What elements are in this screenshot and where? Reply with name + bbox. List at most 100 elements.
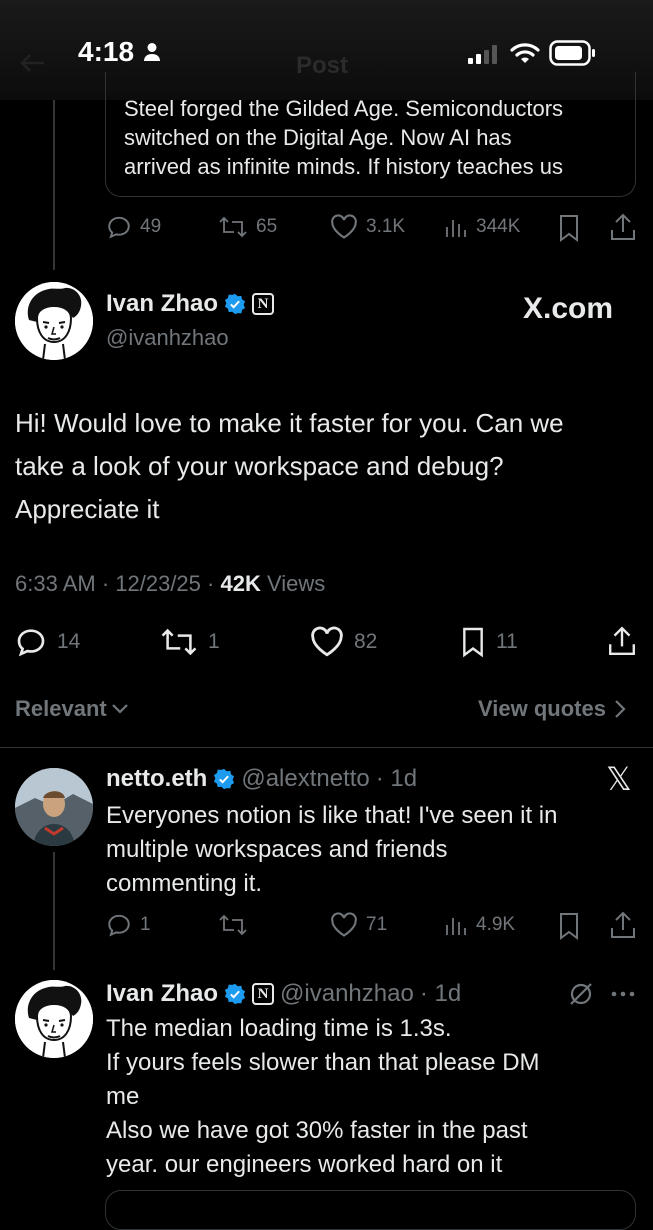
watermark-logo: X.com xyxy=(523,292,614,325)
repost-icon xyxy=(161,628,197,656)
avatar[interactable] xyxy=(15,282,93,360)
reply-line: multiple workspaces and friends xyxy=(106,836,448,863)
bookmark-icon[interactable] xyxy=(557,214,581,242)
verified-badge-icon xyxy=(224,983,246,1005)
bookmark-count: 11 xyxy=(496,630,518,653)
chevron-down-icon xyxy=(111,704,128,714)
reply-count: 1 xyxy=(140,914,151,935)
reply-button[interactable]: 14 xyxy=(15,626,80,658)
author-name[interactable]: Ivan Zhao xyxy=(106,980,218,1008)
reply-button[interactable]: 1 xyxy=(106,912,151,938)
post-line: Appreciate it xyxy=(15,494,160,524)
bookmark-icon xyxy=(463,627,483,658)
verified-badge-icon xyxy=(214,768,235,790)
notion-affiliate-icon: N xyxy=(252,983,275,1005)
like-button[interactable]: 71 xyxy=(330,912,387,938)
views-button[interactable]: 344K xyxy=(444,214,520,240)
chevron-right-icon xyxy=(615,700,626,718)
post-line: Hi! Would love to make it faster for you… xyxy=(15,408,564,438)
avatar-photo xyxy=(15,768,93,846)
quoted-line: Steel forged the Gilded Age. Semiconduct… xyxy=(124,96,564,121)
wifi-icon xyxy=(510,43,540,63)
author-handle[interactable]: @ivanhzhao xyxy=(280,980,414,1008)
views-count: 344K xyxy=(476,216,521,237)
views-bar-icon xyxy=(446,220,466,237)
repost-button[interactable]: 1 xyxy=(160,626,220,658)
like-count: 82 xyxy=(354,630,378,653)
reply-icon xyxy=(108,914,130,937)
post-age: · 1d xyxy=(375,765,418,792)
reply-line: commenting it. xyxy=(106,870,263,897)
grok-icon[interactable] xyxy=(567,980,595,1008)
author-handle[interactable]: @alextnetto xyxy=(241,765,369,793)
views-count: 4.9K xyxy=(476,914,516,935)
cellular-signal-icon xyxy=(468,45,497,64)
repost-icon xyxy=(219,216,247,238)
avatar-illustration xyxy=(15,980,93,1058)
view-quotes-link[interactable]: View quotes xyxy=(478,696,626,722)
post-age: · 1d xyxy=(419,980,462,1007)
like-button[interactable]: 3.1K xyxy=(330,214,405,240)
reply-line: The median loading time is 1.3s. xyxy=(106,1015,452,1042)
divider xyxy=(0,747,653,748)
reply-count: 14 xyxy=(57,630,81,653)
reply-text: Everyones notion is like that! I've seen… xyxy=(106,799,558,901)
repost-button[interactable] xyxy=(218,912,256,938)
person-icon xyxy=(144,43,160,61)
reply-line: me xyxy=(106,1083,140,1110)
back-arrow-icon[interactable] xyxy=(18,52,46,74)
avatar-illustration xyxy=(15,282,93,360)
heart-icon xyxy=(331,214,357,239)
more-options-icon[interactable] xyxy=(610,990,636,998)
views-bar-icon xyxy=(446,918,466,935)
post-timestamp[interactable]: 6:33 AM · 12/23/25 · xyxy=(15,571,220,596)
post-line: take a look of your workspace and debug? xyxy=(15,451,504,481)
sort-label: Relevant xyxy=(15,696,107,721)
battery-icon xyxy=(549,40,595,66)
reply-text: The median loading time is 1.3s. If your… xyxy=(106,1012,540,1182)
repost-count: 65 xyxy=(256,216,278,237)
like-count: 3.1K xyxy=(366,216,406,237)
repost-icon xyxy=(219,914,247,936)
heart-icon xyxy=(311,626,343,657)
views-button[interactable]: 4.9K xyxy=(444,912,515,938)
quoted-post-card[interactable]: Steel forged the Gilded Age. Semiconduct… xyxy=(105,72,636,197)
x-logo-icon: 𝕏 xyxy=(606,760,632,798)
quoted-post-text: Steel forged the Gilded Age. Semiconduct… xyxy=(124,94,563,181)
repost-button[interactable]: 65 xyxy=(218,214,277,240)
author-name[interactable]: netto.eth xyxy=(106,765,207,793)
author-name[interactable]: Ivan Zhao xyxy=(106,290,218,318)
status-time: 4:18 xyxy=(78,36,135,67)
like-count: 71 xyxy=(366,914,388,935)
share-icon[interactable] xyxy=(607,624,637,658)
author-row[interactable]: Ivan Zhao N xyxy=(106,290,275,318)
thread-line xyxy=(53,100,55,270)
reply-line: Everyones notion is like that! I've seen… xyxy=(106,802,558,829)
post-text: Hi! Would love to make it faster for you… xyxy=(15,402,564,531)
reply-author-row[interactable]: netto.eth @alextnetto · 1d xyxy=(106,765,417,793)
like-button[interactable]: 82 xyxy=(310,626,377,658)
avatar[interactable] xyxy=(15,768,93,846)
reply-button[interactable]: 49 xyxy=(106,214,161,240)
repost-count: 1 xyxy=(208,630,220,653)
reply-line: Also we have got 30% faster in the past xyxy=(106,1117,528,1144)
verified-badge-icon xyxy=(224,293,246,315)
embedded-card[interactable] xyxy=(105,1190,636,1230)
heart-icon xyxy=(331,912,357,937)
reply-line: If yours feels slower than that please D… xyxy=(106,1049,540,1076)
thread-line xyxy=(53,852,55,970)
views-label: Views xyxy=(260,571,326,596)
notion-affiliate-icon: N xyxy=(252,293,275,315)
avatar[interactable] xyxy=(15,980,93,1058)
bookmark-button[interactable]: 11 xyxy=(460,626,518,658)
sort-dropdown[interactable]: Relevant xyxy=(15,696,129,722)
views-count: 42K xyxy=(220,571,261,596)
quoted-line: switched on the Digital Age. Now AI has xyxy=(124,125,512,150)
view-quotes-label: View quotes xyxy=(478,696,606,721)
bookmark-icon[interactable] xyxy=(557,912,581,940)
share-icon[interactable] xyxy=(609,910,637,940)
reply-author-row[interactable]: Ivan Zhao N @ivanhzhao · 1d xyxy=(106,980,461,1008)
reply-count: 49 xyxy=(140,216,162,237)
author-handle[interactable]: @ivanhzhao xyxy=(106,325,229,351)
share-icon[interactable] xyxy=(609,212,637,242)
